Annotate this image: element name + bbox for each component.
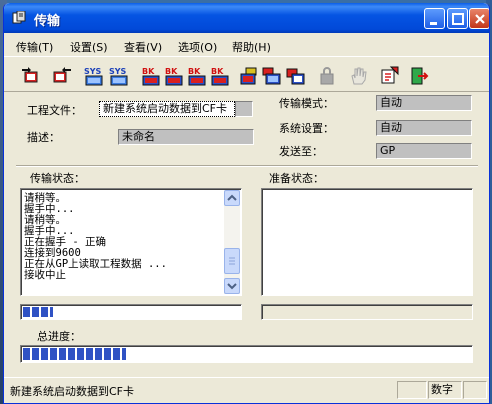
- send-system-icon[interactable]: SYS: [83, 65, 105, 87]
- status-message: 新建系统启动数据到CF卡: [10, 385, 135, 398]
- status-pane-numlock: 数字: [428, 381, 462, 399]
- project-file-field-tail: [235, 101, 253, 117]
- menu-settings[interactable]: 设置(S): [70, 39, 108, 55]
- item-progress-bar: [20, 304, 242, 320]
- menu-transfer[interactable]: 传输(T): [16, 39, 53, 55]
- log-lines: 请稍等。 握手中... 请稍等。 握手中... 正在握手 - 正确 连接到960…: [24, 193, 167, 281]
- download-data-icon[interactable]: [238, 65, 260, 87]
- menu-view[interactable]: 查看(V): [124, 39, 162, 55]
- total-progress-label: 总进度：: [37, 330, 81, 343]
- backup-restore-icon[interactable]: BK: [209, 65, 231, 87]
- description-label: 描述：: [27, 131, 60, 144]
- backup-compare-icon[interactable]: BK: [186, 65, 208, 87]
- window-title: 传输: [34, 14, 61, 29]
- description-value: 未命名: [118, 129, 254, 145]
- project-file-value[interactable]: 新建系统启动数据到CF卡: [99, 101, 235, 117]
- hand-icon[interactable]: [347, 65, 369, 87]
- receive-project-icon[interactable]: [51, 65, 73, 87]
- bk-label-3: BK: [188, 67, 201, 76]
- prepare-status-log[interactable]: [261, 188, 473, 296]
- transfer-mode-label: 传输模式：: [279, 97, 334, 110]
- separator: [16, 165, 478, 167]
- item-progress-fill: [23, 307, 54, 317]
- transfer-window: 传输 传输(T) 设置(S) 查看(V) 选项(O) 帮助(H) SYS SYS: [3, 3, 490, 404]
- prepare-progress-bar: [261, 304, 473, 320]
- scroll-down-arrow-icon[interactable]: [224, 278, 240, 294]
- compare-data-icon[interactable]: [284, 65, 306, 87]
- exit-icon[interactable]: [408, 65, 430, 87]
- total-progress-fill: [23, 348, 126, 360]
- maximize-button[interactable]: [447, 8, 468, 29]
- scroll-up-arrow-icon[interactable]: [224, 190, 240, 206]
- close-button[interactable]: [469, 8, 489, 29]
- lock-icon[interactable]: [316, 65, 338, 87]
- status-bar: 新建系统启动数据到CF卡 数字: [4, 377, 489, 403]
- send-project-icon[interactable]: [20, 65, 42, 87]
- menu-options[interactable]: 选项(O): [178, 39, 217, 55]
- system-settings-value: 自动: [376, 120, 472, 136]
- toolbar: SYS SYS BK BK BK BK: [4, 56, 489, 92]
- transfer-status-label: 传输状态：: [30, 172, 85, 185]
- status-pane-extra: [463, 381, 487, 399]
- sys-send-label: SYS: [84, 67, 102, 76]
- system-settings-label: 系统设置：: [279, 122, 334, 135]
- scroll-thumb[interactable]: [224, 248, 240, 274]
- total-progress-bar: [20, 345, 473, 363]
- transfer-status-log[interactable]: 请稍等。 握手中... 请稍等。 握手中... 正在握手 - 正确 连接到960…: [20, 188, 242, 296]
- log-line: 接收中止: [24, 269, 66, 281]
- sys-receive-label: SYS: [109, 67, 127, 76]
- transfer-settings-icon[interactable]: [379, 65, 401, 87]
- minimize-button[interactable]: [424, 8, 445, 29]
- menu-bar: 传输(T) 设置(S) 查看(V) 选项(O) 帮助(H): [4, 34, 489, 56]
- backup-receive-icon[interactable]: BK: [163, 65, 185, 87]
- receive-system-icon[interactable]: SYS: [108, 65, 130, 87]
- backup-send-icon[interactable]: BK: [140, 65, 162, 87]
- status-pane-empty: [397, 381, 427, 399]
- prepare-status-label: 准备状态：: [269, 172, 324, 185]
- bk-label-2: BK: [165, 67, 178, 76]
- upload-data-icon[interactable]: [261, 65, 283, 87]
- window-icon: [12, 10, 26, 25]
- bk-label-4: BK: [211, 67, 224, 76]
- menu-help[interactable]: 帮助(H): [232, 39, 271, 55]
- send-to-value: GP: [376, 143, 472, 159]
- log-scrollbar[interactable]: [224, 190, 240, 294]
- project-file-label: 工程文件：: [27, 104, 82, 117]
- title-bar[interactable]: 传输: [4, 3, 489, 33]
- bk-label-1: BK: [142, 67, 155, 76]
- send-to-label: 发送至：: [279, 145, 323, 158]
- transfer-mode-value: 自动: [376, 95, 472, 111]
